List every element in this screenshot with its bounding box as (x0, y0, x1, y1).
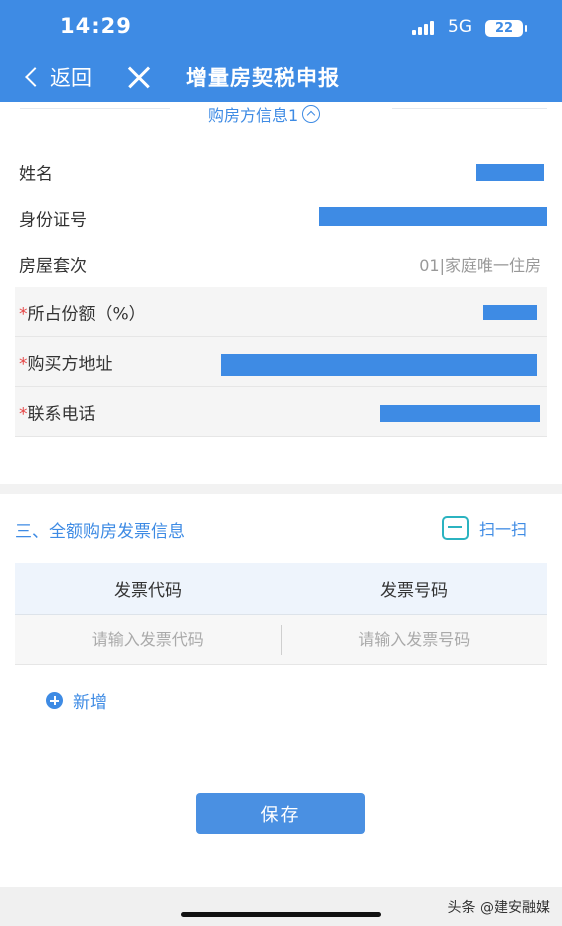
invoice-table-header: 发票代码 发票号码 (15, 563, 547, 615)
status-bar: 14:29 5G 22 (0, 0, 562, 52)
back-button[interactable]: 返回 (22, 60, 92, 94)
collapse-icon (302, 105, 321, 123)
redacted-value (221, 354, 537, 376)
form-row-housing-count[interactable]: 房屋套次 01|家庭唯一住房 (15, 241, 547, 287)
signal-icon (412, 21, 438, 35)
divider (20, 108, 170, 109)
home-indicator (181, 912, 381, 917)
invoice-number-input[interactable] (281, 619, 547, 660)
redacted-value (319, 207, 547, 226)
buyer-section-header: 购房方信息1 (0, 100, 562, 130)
scan-label: 扫一扫 (479, 520, 528, 539)
close-icon (124, 62, 154, 92)
invoice-table: 发票代码 发票号码 (15, 563, 547, 665)
battery-icon: 22 (485, 20, 527, 37)
network-label: 5G (448, 17, 472, 37)
buyer-section-toggle[interactable]: 购房方信息1 (208, 102, 321, 126)
page-title: 增量房契税申报 (186, 66, 340, 90)
row-label: 身份证号 (19, 210, 87, 231)
required-mark: * (19, 354, 28, 374)
invoice-code-input[interactable] (15, 619, 281, 660)
column-header-invoice-code: 发票代码 (114, 581, 182, 601)
form-row-name: 姓名 (15, 149, 547, 195)
buyer-section-title: 购房方信息1 (208, 106, 299, 125)
back-chevron-icon (25, 67, 45, 87)
required-mark: * (19, 304, 28, 324)
plus-circle-icon (46, 692, 63, 709)
form-row-share-percent[interactable]: *所占份额（%） (15, 287, 547, 337)
nav-bar: 返回 增量房契税申报 (0, 52, 562, 102)
watermark-text: 头条 @建安融媒 (447, 900, 550, 916)
invoice-section-title: 三、全额购房发票信息 (15, 522, 185, 542)
status-time: 14:29 (60, 14, 132, 38)
bottom-bar: 头条 @建安融媒 (0, 887, 562, 926)
housing-count-value: 01|家庭唯一住房 (419, 256, 541, 275)
close-button[interactable] (124, 62, 154, 92)
redacted-value (476, 164, 544, 181)
invoice-input-row (15, 615, 547, 665)
scan-icon (442, 516, 469, 540)
required-mark: * (19, 404, 28, 424)
scan-button[interactable]: 扫一扫 (442, 514, 527, 542)
row-label: *联系电话 (19, 404, 96, 424)
section-divider (0, 484, 562, 494)
redacted-value (483, 305, 537, 320)
form-row-phone[interactable]: *联系电话 (15, 387, 547, 437)
row-label: *购买方地址 (19, 354, 113, 374)
add-invoice-button[interactable]: 新增 (46, 688, 107, 713)
save-button[interactable]: 保存 (196, 793, 365, 834)
row-label: *所占份额（%） (19, 304, 146, 324)
row-label: 姓名 (19, 164, 53, 185)
column-header-invoice-number: 发票号码 (380, 581, 448, 601)
form-row-buyer-address[interactable]: *购买方地址 (15, 337, 547, 387)
redacted-value (380, 405, 540, 422)
row-label: 房屋套次 (19, 256, 87, 277)
add-label: 新增 (73, 693, 107, 713)
back-label: 返回 (50, 66, 92, 90)
divider (392, 108, 547, 109)
form-row-id-number: 身份证号 (15, 195, 547, 241)
